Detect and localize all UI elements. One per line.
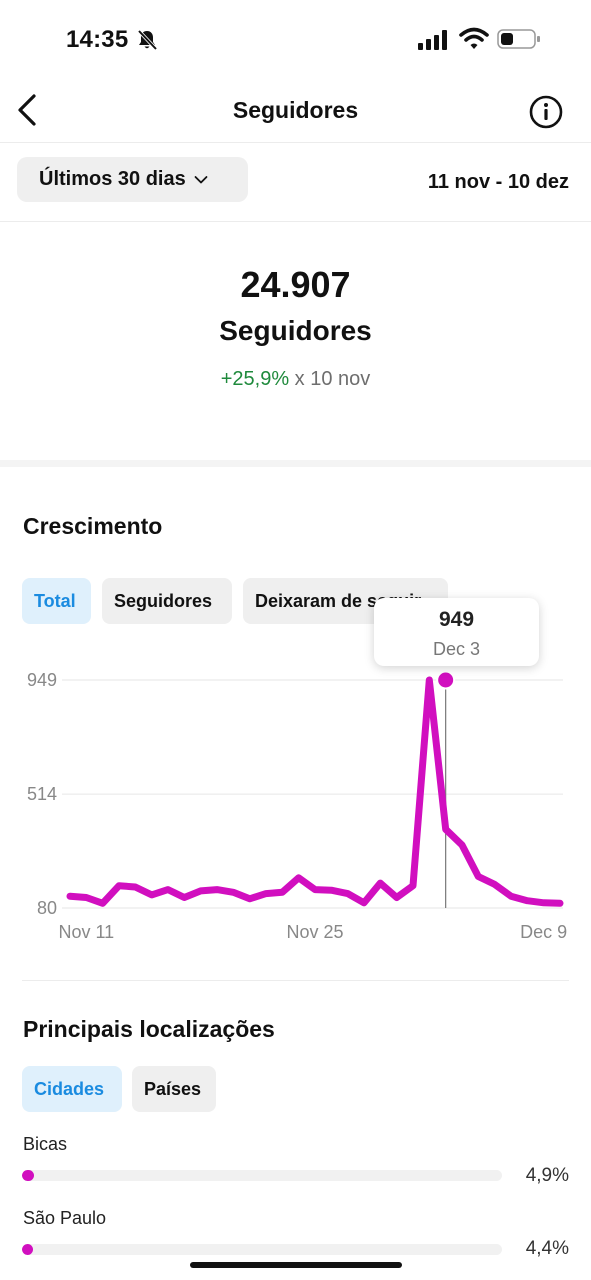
nav-divider [0, 142, 591, 143]
status-time: 14:35 [66, 26, 129, 53]
y-tick-label: 514 [27, 784, 57, 804]
location-bar-fill [22, 1244, 33, 1255]
x-tick-label: Nov 25 [286, 922, 343, 942]
tab-countries[interactable]: Países [132, 1066, 216, 1112]
growth-line-chart: 80 514 949 Nov 11 Nov 25 Dec 9 [27, 670, 567, 942]
chevron-down-icon [194, 175, 208, 183]
location-percent: 4,9% [525, 1165, 569, 1186]
change-percent: +25,9% [220, 368, 290, 390]
wifi-icon [459, 27, 489, 49]
location-percent: 4,4% [525, 1238, 569, 1259]
signal-icon [418, 30, 447, 50]
y-tick-label: 80 [37, 898, 57, 918]
date-range-text: 11 nov - 10 dez [427, 171, 569, 193]
nav-bar: Seguidores [0, 80, 591, 142]
x-tick-label: Nov 11 [58, 922, 114, 942]
location-bar-fill [22, 1170, 34, 1181]
chart-divider [22, 980, 569, 981]
locations-section-title: Principais localizações [23, 1016, 275, 1042]
highlight-point[interactable] [436, 670, 456, 690]
followers-summary: 24.907 Seguidores +25,9% x 10 nov [0, 222, 591, 460]
location-name: São Paulo [23, 1208, 107, 1228]
date-range-dropdown[interactable]: Últimos 30 dias [17, 157, 248, 202]
y-tick-label: 949 [27, 670, 57, 690]
tooltip-date: Dec 3 [432, 639, 481, 659]
location-bar-track [22, 1170, 502, 1181]
tab-followers[interactable]: Seguidores [102, 578, 232, 624]
growth-section-title: Crescimento [23, 513, 163, 539]
home-indicator [190, 1262, 402, 1268]
chart-tooltip: 949 Dec 3 [374, 598, 539, 666]
page-title: Seguidores [232, 97, 359, 123]
tab-cities[interactable]: Cidades [22, 1066, 122, 1112]
battery-icon [497, 29, 540, 49]
tooltip-value: 949 [438, 608, 475, 631]
followers-label: Seguidores [219, 315, 372, 346]
followers-count: 24.907 [240, 264, 351, 305]
x-tick-label: Dec 9 [520, 922, 567, 942]
series-line [66, 676, 564, 907]
info-icon[interactable] [528, 94, 564, 130]
change-reference: x 10 nov [294, 368, 371, 390]
date-range-dropdown-label: Últimos 30 dias [39, 168, 186, 190]
bell-muted-icon [137, 29, 158, 51]
location-name: Bicas [23, 1134, 68, 1154]
location-bar-track [22, 1244, 502, 1255]
status-bar: 14:35 [0, 0, 591, 80]
followers-change: +25,9% x 10 nov [0, 368, 591, 391]
tab-total[interactable]: Total [22, 578, 91, 624]
section-separator [0, 460, 591, 467]
